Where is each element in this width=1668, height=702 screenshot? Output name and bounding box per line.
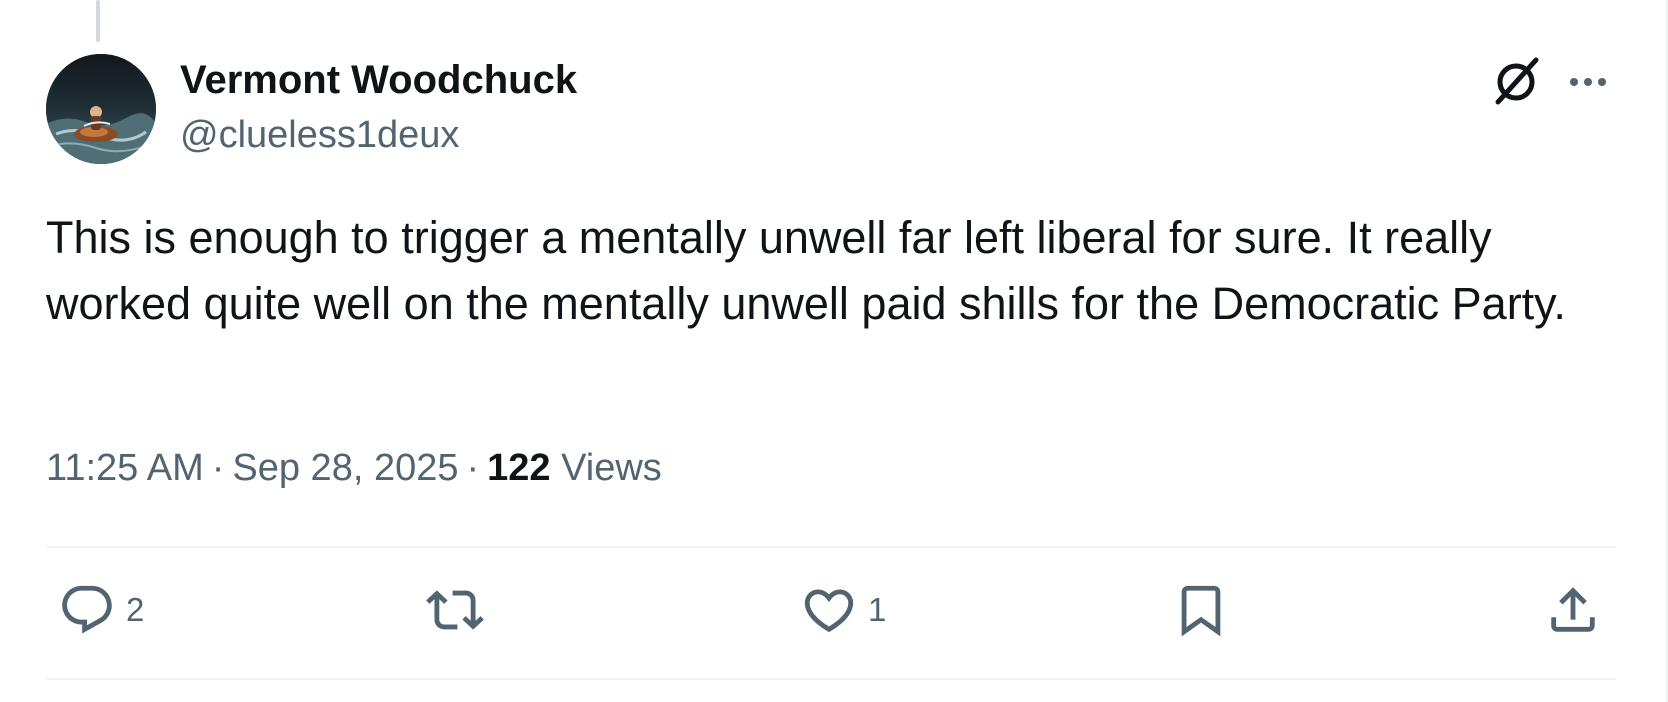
like-button[interactable]: 1 — [800, 580, 886, 640]
share-icon — [1551, 587, 1595, 632]
author-display-name[interactable]: Vermont Woodchuck — [180, 56, 577, 104]
like-count: 1 — [868, 591, 887, 628]
reply-button[interactable]: 2 — [58, 580, 144, 640]
views-label: Views — [561, 447, 662, 489]
thread-connector-line — [96, 0, 100, 42]
avatar-photo-icon — [46, 54, 156, 164]
tweet-text: This is enough to trigger a mentally unw… — [46, 212, 1566, 329]
heart-icon — [804, 589, 854, 633]
divider — [46, 678, 1616, 680]
tweet-detail: Vermont Woodchuck @clueless1deux This is… — [0, 0, 1668, 702]
retweet-button[interactable] — [426, 580, 494, 640]
grok-icon[interactable] — [1488, 54, 1544, 110]
tweet-time[interactable]: 11:25 AM — [46, 447, 204, 489]
divider — [46, 546, 1616, 548]
reply-count: 2 — [126, 591, 145, 628]
tweet-date[interactable]: Sep 28, 2025 — [232, 447, 458, 489]
meta-separator: · — [211, 447, 225, 489]
bookmark-icon — [1181, 585, 1221, 637]
more-options-icon[interactable] — [1562, 62, 1614, 102]
tweet-metadata: 11:25 AM · Sep 28, 2025 · 122 Views — [46, 445, 662, 491]
views-count: 122 — [487, 447, 551, 489]
retweet-icon — [426, 590, 484, 630]
author-avatar[interactable] — [46, 54, 156, 164]
meta-separator: · — [466, 447, 480, 489]
share-button[interactable] — [1544, 580, 1602, 640]
bookmark-button[interactable] — [1172, 580, 1230, 640]
reply-icon — [62, 585, 112, 634]
author-handle[interactable]: @clueless1deux — [180, 112, 459, 158]
